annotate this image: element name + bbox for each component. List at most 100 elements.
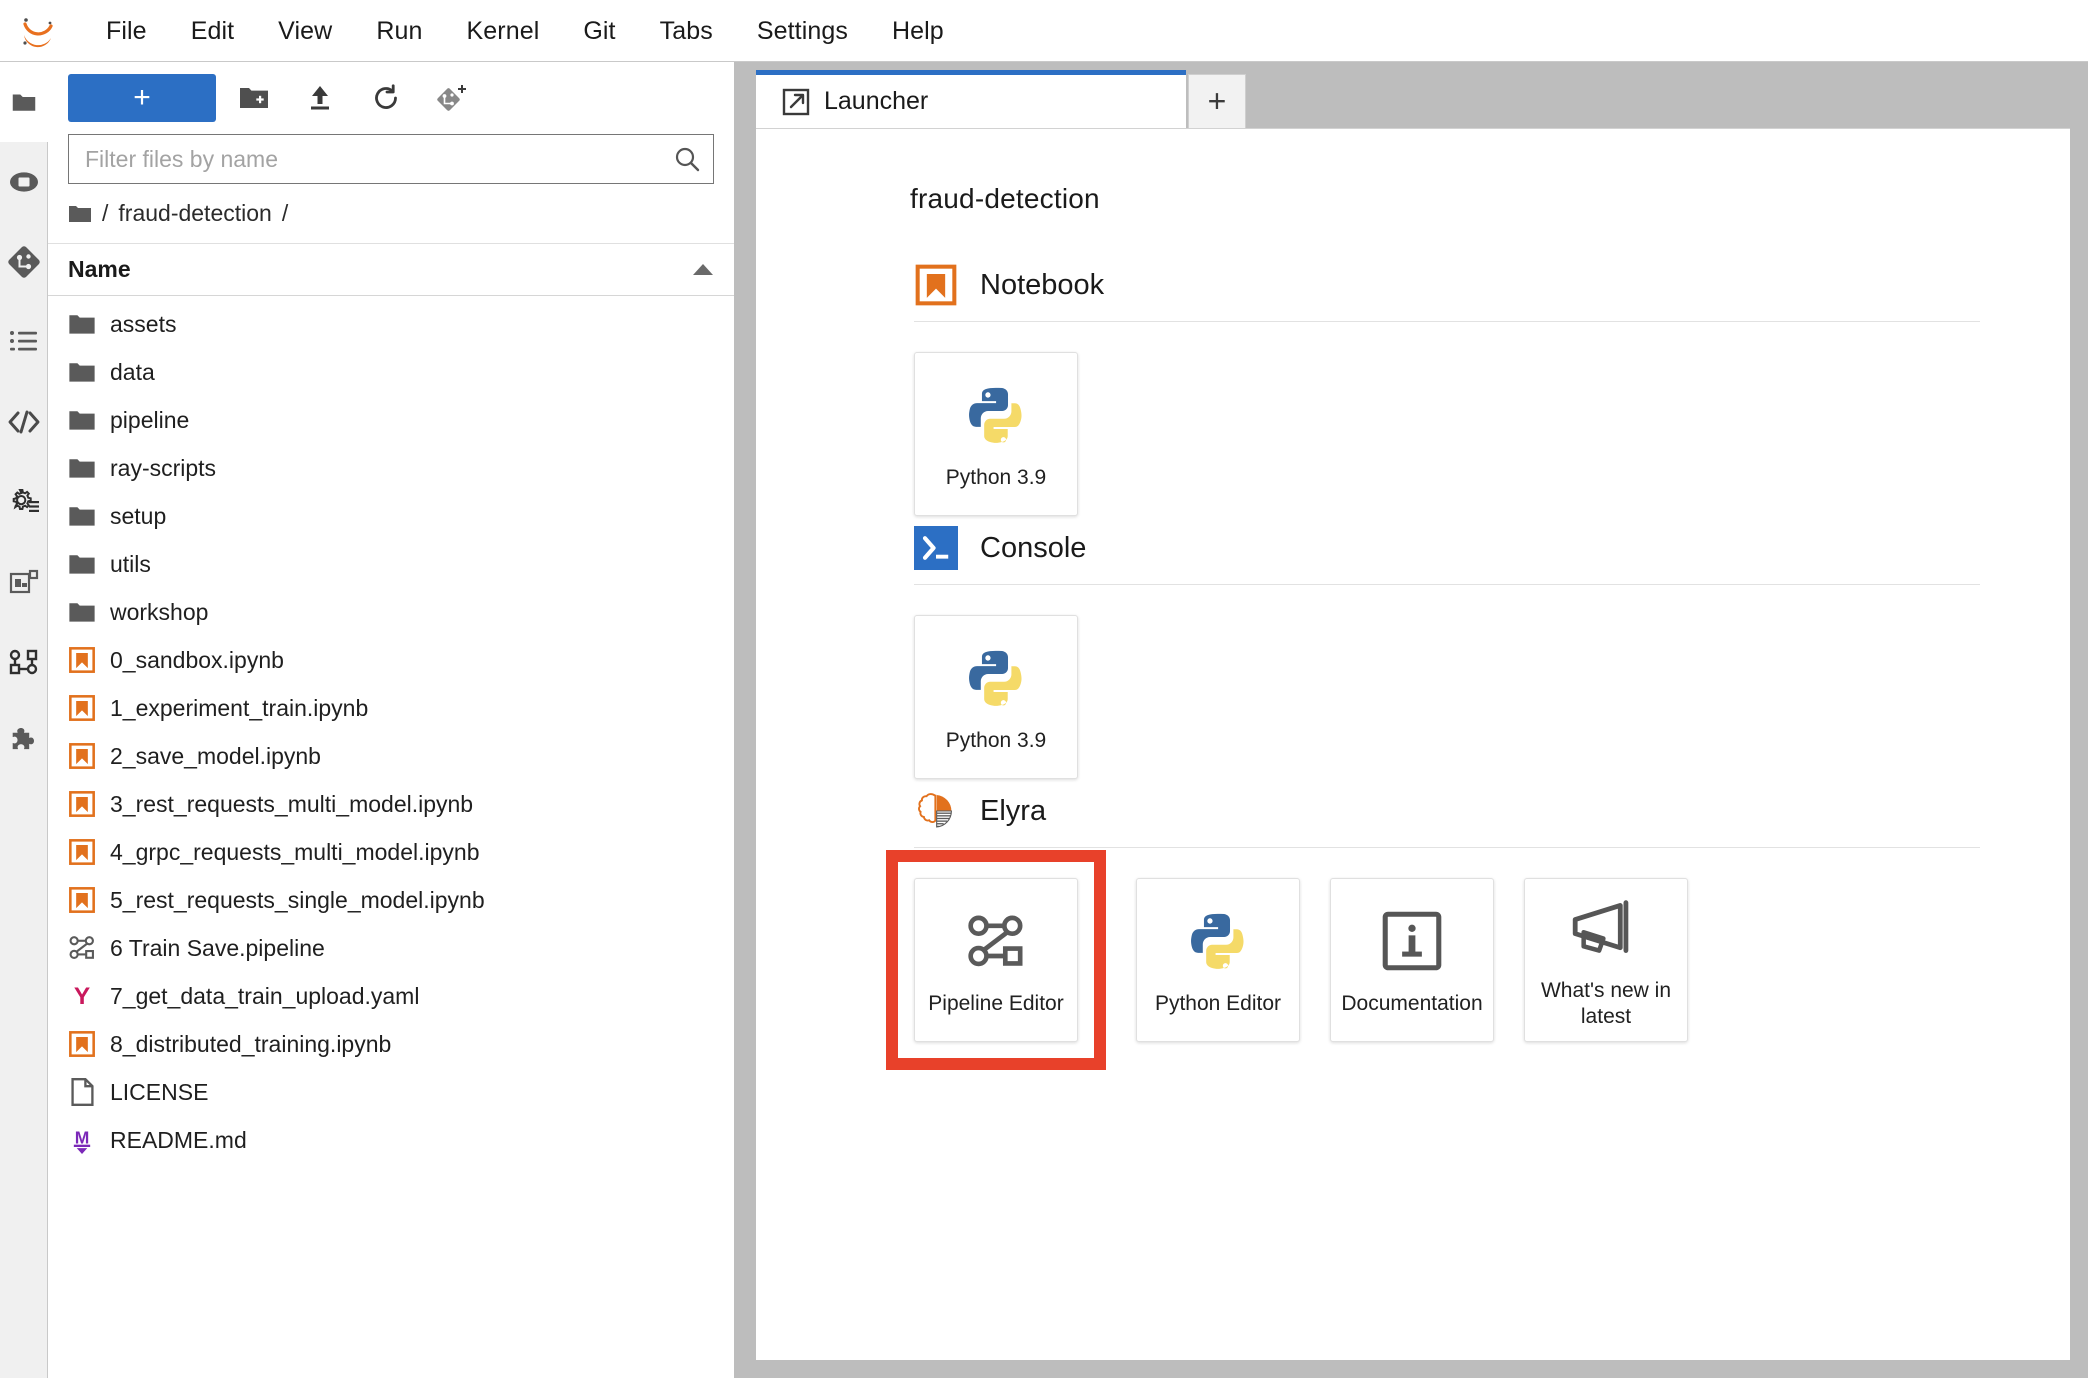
pipeline-icon bbox=[68, 934, 96, 962]
file-list-item[interactable]: utils bbox=[48, 540, 734, 588]
sidebar-item-table-of-contents[interactable] bbox=[0, 302, 48, 382]
sidebar-item-extension-manager[interactable] bbox=[0, 542, 48, 622]
launcher-section-header: Notebook bbox=[910, 263, 1980, 307]
sidebar-item-extensions[interactable] bbox=[0, 702, 48, 782]
menu-item-settings[interactable]: Settings bbox=[735, 10, 870, 52]
refresh-button[interactable] bbox=[358, 74, 414, 122]
folder-icon bbox=[68, 358, 96, 386]
markdown-icon: M bbox=[68, 1126, 96, 1154]
workspace: + Filter files by name / fraud-detection… bbox=[0, 62, 2088, 1378]
new-folder-button[interactable] bbox=[226, 74, 282, 122]
notebook-icon bbox=[68, 646, 96, 674]
launcher-card[interactable]: Python 3.9 bbox=[914, 352, 1078, 516]
file-list-item[interactable]: data bbox=[48, 348, 734, 396]
launcher-card[interactable]: Documentation bbox=[1330, 878, 1494, 1042]
menu-item-run[interactable]: Run bbox=[354, 10, 444, 52]
upload-button[interactable] bbox=[292, 74, 348, 122]
file-list-item[interactable]: assets bbox=[48, 300, 734, 348]
tab-bar: Launcher + bbox=[752, 62, 2088, 128]
breadcrumb-path[interactable]: fraud-detection bbox=[118, 200, 271, 227]
folder-icon bbox=[68, 550, 96, 578]
file-list-item[interactable]: pipeline bbox=[48, 396, 734, 444]
menu-item-file[interactable]: File bbox=[84, 10, 169, 52]
file-list-item[interactable]: M README.md bbox=[48, 1116, 734, 1164]
file-list-item[interactable]: 6 Train Save.pipeline bbox=[48, 924, 734, 972]
file-list-item-label: 7_get_data_train_upload.yaml bbox=[110, 982, 420, 1009]
launcher-card-label: Python 3.9 bbox=[945, 466, 1047, 490]
file-list-item-label: 8_distributed_training.ipynb bbox=[110, 1030, 392, 1057]
file-list-item[interactable]: 8_distributed_training.ipynb bbox=[48, 1020, 734, 1068]
file-list-item-label: 1_experiment_train.ipynb bbox=[110, 694, 369, 721]
launcher-card-label: Documentation bbox=[1341, 992, 1483, 1016]
python-icon bbox=[1187, 903, 1249, 979]
launcher-section-header: Elyra bbox=[910, 789, 1980, 833]
file-list-item-label: utils bbox=[110, 550, 151, 577]
notebook-icon bbox=[68, 1030, 96, 1058]
file-list-item-label: data bbox=[110, 358, 155, 385]
sort-ascending-icon[interactable] bbox=[692, 263, 714, 277]
menu-item-edit[interactable]: Edit bbox=[169, 10, 256, 52]
sidebar-item-runtimes[interactable] bbox=[0, 622, 48, 702]
svg-text:M: M bbox=[75, 1128, 90, 1148]
file-list-item[interactable]: 0_sandbox.ipynb bbox=[48, 636, 734, 684]
extension-manager-icon bbox=[8, 567, 40, 597]
file-list-item[interactable]: workshop bbox=[48, 588, 734, 636]
menu-item-kernel[interactable]: Kernel bbox=[444, 10, 561, 52]
jupyter-logo bbox=[10, 9, 66, 53]
menu-item-tabs[interactable]: Tabs bbox=[638, 10, 735, 52]
new-git-branch-button[interactable] bbox=[424, 74, 480, 122]
svg-text:Y: Y bbox=[74, 983, 90, 1010]
tab-label: Launcher bbox=[824, 87, 929, 115]
upload-icon bbox=[306, 84, 334, 112]
launcher-card-label: What's new in latest bbox=[1540, 979, 1672, 1028]
pipeline-graph-icon bbox=[7, 648, 41, 676]
notebook-icon bbox=[68, 694, 96, 722]
launcher-card[interactable]: Python 3.9 bbox=[914, 615, 1078, 779]
file-list-item[interactable]: Y 7_get_data_train_upload.yaml bbox=[48, 972, 734, 1020]
notebook-icon bbox=[68, 742, 96, 770]
panel-splitter[interactable] bbox=[734, 62, 752, 1378]
file-list-item[interactable]: 2_save_model.ipynb bbox=[48, 732, 734, 780]
file-list-item[interactable]: 4_grpc_requests_multi_model.ipynb bbox=[48, 828, 734, 876]
launcher-card-row: Python 3.9 bbox=[910, 322, 1980, 516]
launcher-card[interactable]: Pipeline Editor bbox=[914, 878, 1078, 1042]
file-list-item[interactable]: setup bbox=[48, 492, 734, 540]
launcher-card[interactable]: What's new in latest bbox=[1524, 878, 1688, 1042]
file-filter-box[interactable] bbox=[68, 134, 714, 184]
tab-launcher[interactable]: Launcher bbox=[756, 70, 1186, 128]
megaphone-icon bbox=[1569, 890, 1643, 966]
menu-item-help[interactable]: Help bbox=[870, 10, 966, 52]
sidebar-item-settings-editor[interactable] bbox=[0, 462, 48, 542]
main-dock-area: Launcher + fraud-detection Notebook Pyth… bbox=[752, 62, 2088, 1378]
launcher-card-row: Pipeline Editor Python Editor Documentati… bbox=[886, 848, 1980, 1070]
file-list-item[interactable]: LICENSE bbox=[48, 1068, 734, 1116]
menu-item-git[interactable]: Git bbox=[561, 10, 637, 52]
breadcrumb-root-icon[interactable] bbox=[68, 204, 92, 224]
launcher-card[interactable]: Python Editor bbox=[1136, 878, 1300, 1042]
file-list-item[interactable]: ray-scripts bbox=[48, 444, 734, 492]
file-list-item[interactable]: 5_rest_requests_single_model.ipynb bbox=[48, 876, 734, 924]
highlight-annotation: Pipeline Editor bbox=[886, 850, 1106, 1070]
new-launcher-button[interactable]: + bbox=[68, 74, 216, 122]
refresh-icon bbox=[371, 83, 401, 113]
launcher-card-label: Python Editor bbox=[1154, 992, 1282, 1016]
sidebar-item-git[interactable] bbox=[0, 222, 48, 302]
file-list-item-label: ray-scripts bbox=[110, 454, 217, 481]
search-input[interactable] bbox=[85, 145, 673, 173]
sidebar-item-code-snippets[interactable] bbox=[0, 382, 48, 462]
file-browser-panel: + Filter files by name / fraud-detection… bbox=[48, 62, 734, 1378]
file-icon bbox=[68, 1078, 96, 1106]
jupyterlab-window: File Edit View Run Kernel Git Tabs Setti… bbox=[0, 0, 2088, 1378]
sidebar-item-running-sessions[interactable] bbox=[0, 142, 48, 222]
file-list-item-label: 2_save_model.ipynb bbox=[110, 742, 321, 769]
yaml-icon: Y bbox=[68, 982, 96, 1010]
file-list-item[interactable]: 1_experiment_train.ipynb bbox=[48, 684, 734, 732]
file-list-column-header[interactable]: Name bbox=[48, 244, 734, 296]
file-list-item-label: setup bbox=[110, 502, 167, 529]
menu-item-view[interactable]: View bbox=[256, 10, 354, 52]
new-tab-button[interactable]: + bbox=[1188, 74, 1246, 128]
file-list-item-label: 3_rest_requests_multi_model.ipynb bbox=[110, 790, 474, 817]
sidebar-item-file-browser[interactable] bbox=[0, 62, 48, 142]
file-list-item[interactable]: 3_rest_requests_multi_model.ipynb bbox=[48, 780, 734, 828]
search-icon[interactable] bbox=[673, 145, 701, 173]
